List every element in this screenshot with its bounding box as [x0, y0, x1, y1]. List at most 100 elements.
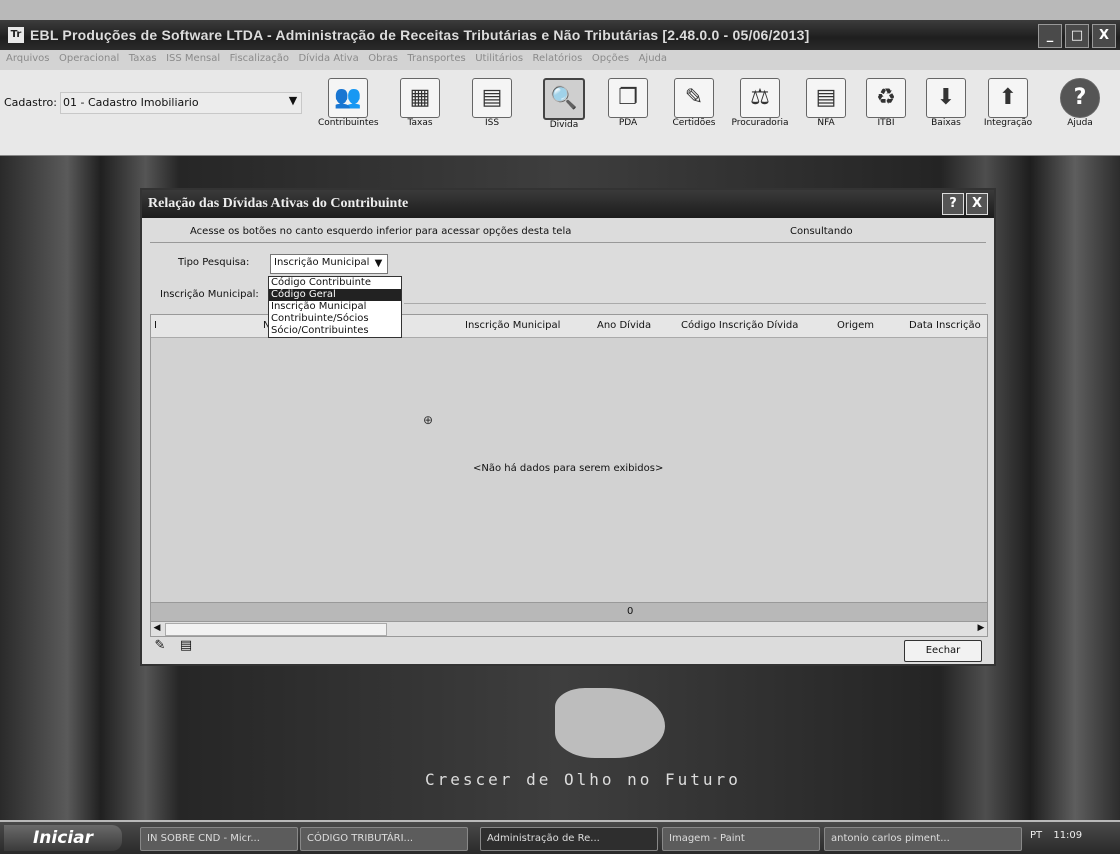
clock: 11:09 — [1053, 830, 1083, 841]
start-button[interactable]: Iniciar — [4, 825, 122, 851]
list-icon[interactable]: ▤ — [178, 638, 194, 654]
minimize-button[interactable]: _ — [1038, 24, 1062, 48]
results-grid[interactable]: I N Inscrição Municipal Ano Dívida Códig… — [150, 314, 988, 606]
toolbar-label: Procuradoria — [731, 118, 789, 128]
receipt-icon: ▦ — [400, 78, 440, 118]
total-count: 0 — [627, 606, 634, 617]
toolbar-label: Taxas — [407, 118, 433, 128]
no-data-message: <Não há dados para serem exibidos> — [473, 463, 664, 474]
inscricao-municipal-input[interactable] — [404, 287, 986, 304]
scroll-thumb[interactable] — [165, 623, 387, 636]
column-codigo-inscricao-divida[interactable]: Código Inscrição Dívida — [681, 320, 798, 331]
document-icon: ▤ — [472, 78, 512, 118]
column-data-inscricao[interactable]: Data Inscrição — [909, 320, 981, 331]
screen: Tr EBL Produções de Software LTDA - Admi… — [0, 0, 1120, 854]
toolbar-button-ajuda[interactable]: ? Ajuda — [1050, 78, 1110, 150]
menu-arquivos[interactable]: Arquivos — [6, 53, 50, 64]
tipo-pesquisa-select[interactable]: Inscrição Municipal ▼ — [270, 254, 388, 274]
tipo-pesquisa-dropdown: Código Contribuinte Código Geral Inscriç… — [268, 276, 402, 338]
scroll-left-icon[interactable]: ◀ — [151, 622, 163, 635]
menu-bar: Arquivos Operacional Taxas ISS Mensal Fi… — [0, 50, 1120, 70]
certificate-icon: ✎ — [674, 78, 714, 118]
row-marker: I — [154, 320, 157, 331]
toolbar-label: Integração — [983, 118, 1033, 128]
docs-icon: ❐ — [608, 78, 648, 118]
cadastro-value: 01 - Cadastro Imobiliario — [63, 96, 199, 109]
dialog-close-button[interactable]: X — [966, 193, 988, 215]
dialog-option-buttons: ✎ ▤ — [152, 638, 194, 654]
main-titlebar: Tr EBL Produções de Software LTDA - Admi… — [0, 20, 1120, 50]
toolbar-button-integracao[interactable]: ⬆ Integração — [978, 78, 1038, 150]
task-administracao[interactable]: Administração de Re... — [480, 827, 658, 851]
scales-icon: ⚖ — [740, 78, 780, 118]
maximize-button[interactable]: □ — [1065, 24, 1089, 48]
toolbar-label: ITBI — [877, 118, 895, 128]
toolbar-button-pda[interactable]: ❐ PDA — [598, 78, 658, 150]
column-inscricao-municipal[interactable]: Inscrição Municipal — [465, 320, 560, 331]
recycle-icon: ♻ — [866, 78, 906, 118]
system-tray: PT 11:09 — [1030, 830, 1082, 841]
toolbar-button-iss[interactable]: ▤ ISS — [462, 78, 522, 150]
toolbar-button-contribuintes[interactable]: 👥 Contribuintes — [318, 78, 379, 150]
busy-cursor-icon: ⊕ — [423, 413, 434, 427]
help-icon: ? — [1060, 78, 1100, 118]
invoice-icon: ▤ — [806, 78, 846, 118]
download-icon: ⬇ — [926, 78, 966, 118]
toolbar-button-itbi[interactable]: ♻ ITBI — [856, 78, 916, 150]
cadastro-select[interactable]: 01 - Cadastro Imobiliario ▼ — [60, 92, 302, 114]
task-antonio-carlos[interactable]: antonio carlos piment... — [824, 827, 1022, 851]
task-codigo-tributario[interactable]: CÓDIGO TRIBUTÁRI... — [300, 827, 468, 851]
task-in-sobre-cnd[interactable]: IN SOBRE CND - Micr... — [140, 827, 298, 851]
toolbar-button-certidoes[interactable]: ✎ Certidões — [664, 78, 724, 150]
menu-divida-ativa[interactable]: Dívida Ativa — [298, 53, 358, 64]
menu-obras[interactable]: Obras — [368, 53, 398, 64]
menu-utilitarios[interactable]: Utilitários — [475, 53, 523, 64]
chevron-down-icon[interactable]: ▼ — [285, 94, 301, 110]
close-button[interactable]: X — [1092, 24, 1116, 48]
toolbar-label: Certidões — [672, 118, 716, 128]
option-codigo-geral[interactable]: Código Geral — [269, 289, 401, 301]
menu-ajuda[interactable]: Ajuda — [639, 53, 667, 64]
fechar-button[interactable]: Eechar — [904, 640, 982, 662]
status-text: Consultando — [790, 226, 853, 237]
option-socio-contribuintes[interactable]: Sócio/Contribuintes — [269, 325, 401, 337]
menu-iss-mensal[interactable]: ISS Mensal — [166, 53, 220, 64]
toolbar-button-procuradoria[interactable]: ⚖ Procuradoria — [730, 78, 790, 150]
menu-transportes[interactable]: Transportes — [407, 53, 465, 64]
toolbar-button-baixas[interactable]: ⬇ Baixas — [916, 78, 976, 150]
toolbar-button-nfa[interactable]: ▤ NFA — [796, 78, 856, 150]
dividas-dialog: Relação das Dívidas Ativas do Contribuin… — [140, 188, 996, 666]
option-codigo-contribuinte[interactable]: Código Contribuinte — [269, 277, 401, 289]
toolbar-label: Ajuda — [1067, 118, 1093, 128]
toolbar-label: Contribuintes — [318, 118, 379, 128]
dialog-titlebar: Relação das Dívidas Ativas do Contribuin… — [142, 190, 994, 218]
scroll-right-icon[interactable]: ▶ — [975, 622, 987, 635]
option-inscricao-municipal[interactable]: Inscrição Municipal — [269, 301, 401, 313]
toolbar: Cadastro: 01 - Cadastro Imobiliario ▼ 👥 … — [0, 70, 1120, 156]
desktop-slogan: Crescer de Olho no Futuro — [425, 770, 741, 789]
menu-fiscalizacao[interactable]: Fiscalização — [230, 53, 289, 64]
toolbar-label: NFA — [817, 118, 835, 128]
option-contribuinte-socios[interactable]: Contribuinte/Sócios — [269, 313, 401, 325]
toolbar-button-taxas[interactable]: ▦ Taxas — [390, 78, 450, 150]
toolbar-label: Divida — [549, 120, 579, 130]
menu-operacional[interactable]: Operacional — [59, 53, 119, 64]
dialog-help-button[interactable]: ? — [942, 193, 964, 215]
toolbar-button-divida[interactable]: 🔍 Divida — [534, 78, 594, 150]
menu-relatorios[interactable]: Relatórios — [533, 53, 583, 64]
column-ano-divida[interactable]: Ano Dívida — [597, 320, 651, 331]
language-indicator[interactable]: PT — [1030, 830, 1042, 841]
chevron-down-icon[interactable]: ▼ — [371, 256, 386, 271]
task-imagem-paint[interactable]: Imagem - Paint — [662, 827, 820, 851]
info-bar: Acesse os botões no canto esquerdo infer… — [150, 224, 986, 243]
dialog-title: Relação das Dívidas Ativas do Contribuin… — [148, 196, 409, 211]
menu-taxas[interactable]: Taxas — [129, 53, 157, 64]
window-controls: _ □ X — [1038, 24, 1116, 48]
menu-opcoes[interactable]: Opções — [592, 53, 629, 64]
horizontal-scrollbar[interactable]: ◀ ▶ — [150, 621, 988, 637]
upload-icon: ⬆ — [988, 78, 1028, 118]
column-origem[interactable]: Origem — [837, 320, 874, 331]
taskbar: Iniciar IN SOBRE CND - Micr... CÓDIGO TR… — [0, 822, 1120, 854]
pencil-icon[interactable]: ✎ — [152, 638, 168, 654]
tipo-pesquisa-value: Inscrição Municipal — [274, 257, 370, 268]
